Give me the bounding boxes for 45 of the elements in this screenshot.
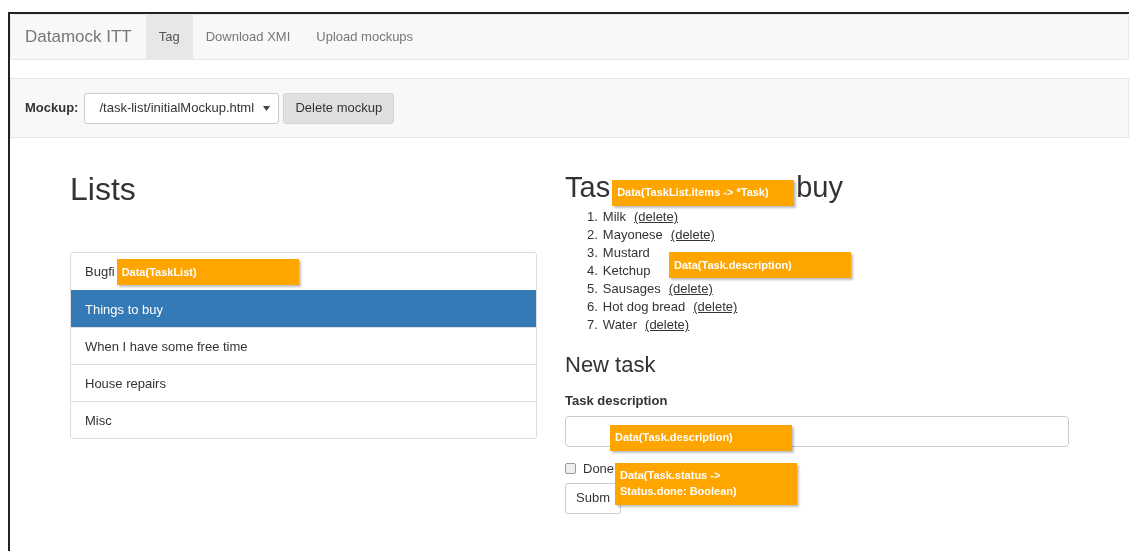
list-item[interactable]: Things to buy [71, 290, 536, 328]
annotation-tag: Data(TaskList.items -> *Task) [612, 180, 795, 206]
annotation-tag: Data(TaskList) [116, 258, 299, 285]
mockup-select[interactable]: /task-list/initialMockup.html [84, 92, 280, 124]
list-number: 2. [587, 226, 598, 244]
task-text: Milk [602, 208, 626, 226]
task-list-heading: Tas [565, 170, 611, 205]
delete-link[interactable]: (delete) [645, 316, 690, 334]
done-checkbox[interactable] [565, 463, 576, 474]
task-text: Mayonese [602, 226, 663, 244]
brand-title[interactable]: Datamock ITT [11, 15, 146, 59]
list-number: 7. [587, 316, 598, 334]
mockup-label: Mockup: [25, 99, 79, 118]
list-number: 6. [587, 298, 598, 316]
task-text: Mustard [602, 244, 650, 262]
delete-link[interactable]: (delete) [670, 226, 715, 244]
list-number: 3. [587, 244, 598, 262]
list-item[interactable]: House repairs [71, 364, 536, 402]
list-number: 4. [587, 262, 598, 280]
list-item[interactable]: When I have some free time [71, 327, 536, 365]
nav-tab[interactable]: Tag [145, 15, 193, 59]
task-text: Ketchup [602, 262, 651, 280]
field-label: Task description [565, 392, 669, 410]
task-text: Hot dog bread [602, 298, 686, 316]
delete-link[interactable]: (delete) [633, 208, 679, 226]
nav-tab[interactable]: Download XMI [192, 15, 304, 59]
submit-button[interactable]: Subm [565, 482, 621, 514]
delete-link[interactable]: (delete) [693, 298, 738, 316]
nav-tab[interactable]: Upload mockups [303, 15, 427, 59]
annotation-tag: Data(Task.status -> Status.done: Boolean) [615, 462, 797, 505]
annotation-tag: Data(Task.description) [610, 424, 792, 451]
new-task-heading: New task [565, 351, 657, 379]
lists-heading: Lists [70, 170, 137, 209]
caret-icon [263, 105, 271, 111]
checkbox-label: Done [583, 459, 615, 478]
list-number: 1. [587, 208, 598, 226]
task-text: Water [602, 316, 638, 334]
delete-link[interactable]: (delete) [668, 280, 713, 298]
delete-mockup-button[interactable]: Delete mockup [283, 92, 395, 124]
task-text: Sausages [602, 280, 661, 298]
list-number: 5. [587, 280, 598, 298]
task-list-heading: buy [796, 170, 843, 205]
annotation-tag: Data(Task.description) [669, 252, 851, 278]
list-item[interactable]: Bugfi Data(TaskList) [71, 253, 536, 291]
list-item[interactable]: Misc [71, 401, 536, 439]
